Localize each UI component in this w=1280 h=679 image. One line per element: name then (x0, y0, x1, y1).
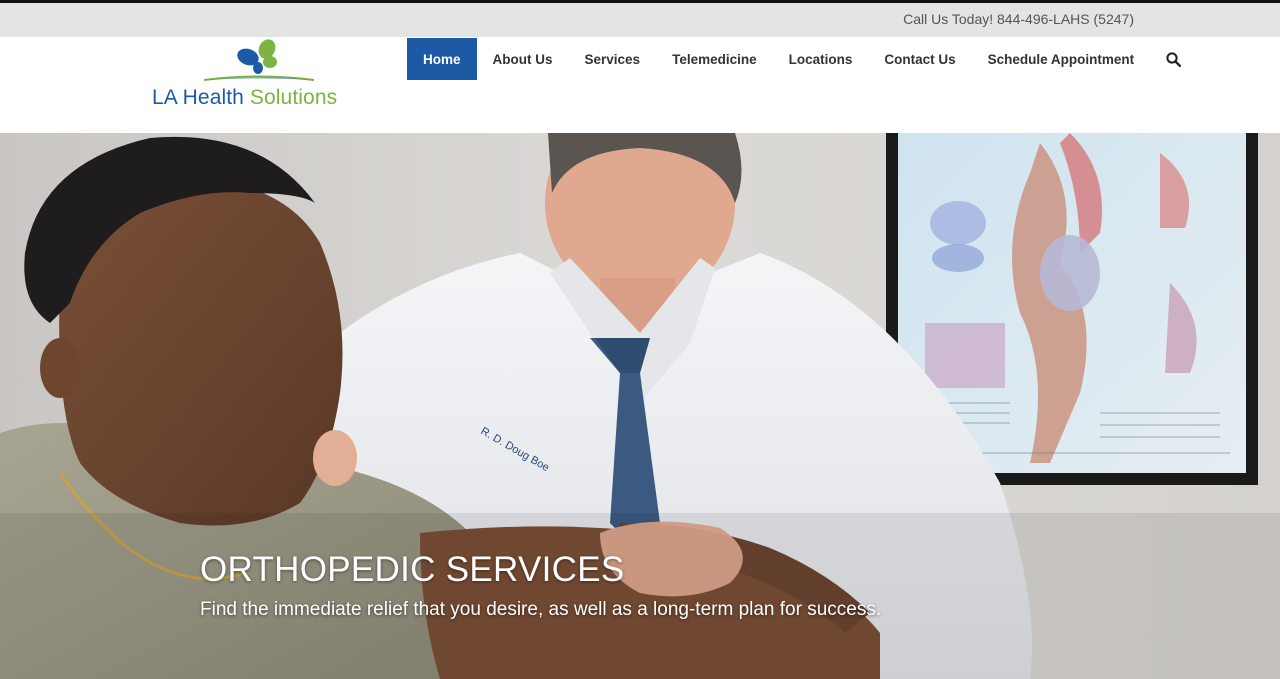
butterfly-logo-icon (204, 39, 314, 81)
nav-telemedicine[interactable]: Telemedicine (656, 38, 773, 80)
doctor-examining-patient-arm-photo: R. D. Doug Boe (0, 133, 1280, 679)
site-logo[interactable]: LA Health Solutions (152, 39, 362, 115)
nav-services[interactable]: Services (569, 38, 657, 80)
nav-schedule-appointment[interactable]: Schedule Appointment (972, 38, 1151, 80)
nav-about-us[interactable]: About Us (477, 38, 569, 80)
search-button[interactable] (1150, 38, 1196, 80)
main-nav: Home About Us Services Telemedicine Loca… (407, 38, 1196, 80)
hero-subtitle: Find the immediate relief that you desir… (200, 599, 882, 620)
search-icon (1166, 51, 1181, 67)
hero-title: ORTHOPEDIC SERVICES (200, 550, 625, 589)
site-header: LA Health Solutions Home About Us Servic… (0, 37, 1280, 133)
top-bar: Call Us Today! 844-496-LAHS (5247) (0, 3, 1280, 37)
logo-wordmark: LA Health Solutions (152, 86, 338, 109)
call-us-phone[interactable]: Call Us Today! 844-496-LAHS (5247) (903, 11, 1134, 27)
hero-banner: R. D. Doug Boe ORTHOPEDIC SERVICES Find … (0, 133, 1280, 679)
nav-home[interactable]: Home (407, 38, 477, 80)
nav-locations[interactable]: Locations (773, 38, 869, 80)
nav-contact-us[interactable]: Contact Us (868, 38, 971, 80)
